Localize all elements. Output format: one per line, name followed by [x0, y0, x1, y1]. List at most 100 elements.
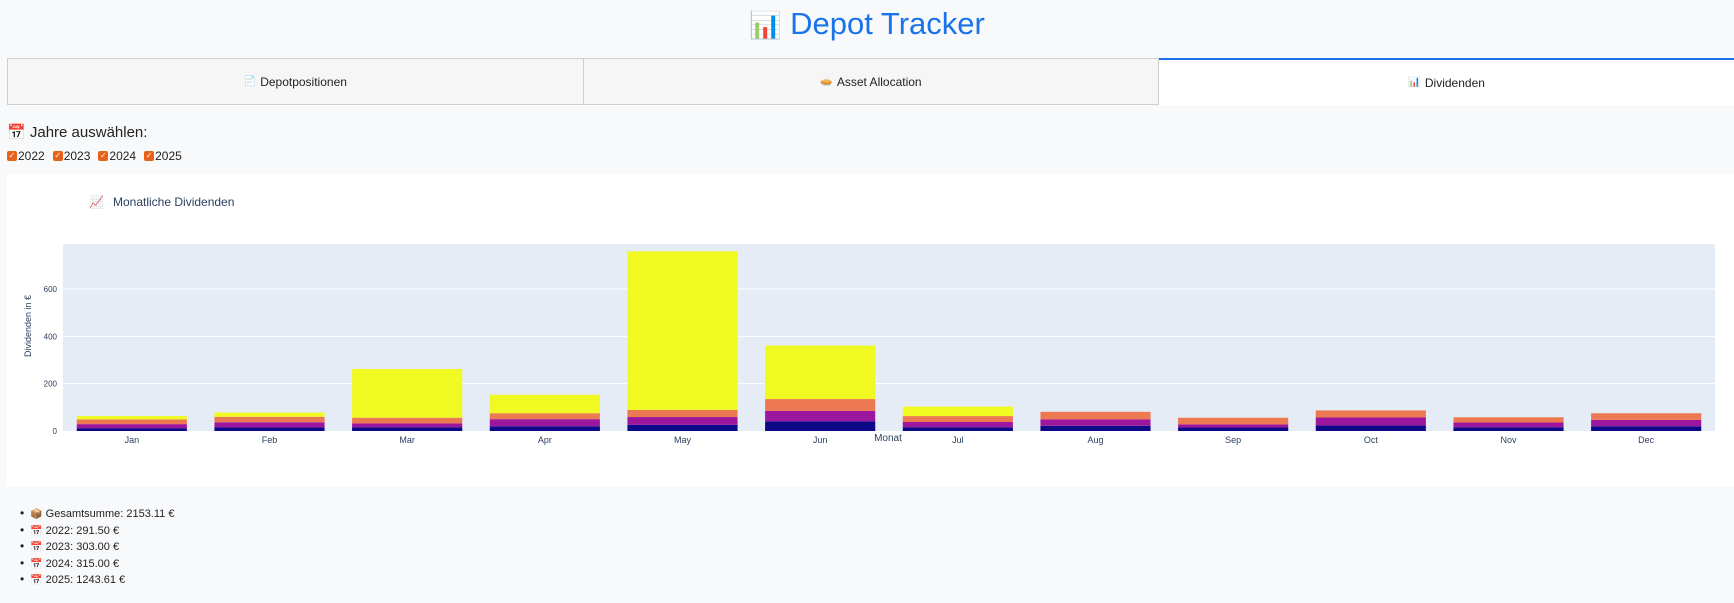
chart-title-icon: 📈	[89, 195, 104, 209]
checkbox-checked-icon[interactable]: ✓	[7, 151, 17, 161]
bar-segment-jul-0[interactable]	[902, 427, 1013, 431]
bar-segment-may-2[interactable]	[627, 409, 738, 418]
bar-segment-apr-1[interactable]	[489, 419, 600, 427]
bar-segment-dec-2[interactable]	[1591, 413, 1702, 420]
x-tick-label: Dec	[1638, 435, 1655, 445]
tab-bar: 📄 Depotpositionen 🥧 Asset Allocation 📊 D…	[7, 58, 1734, 105]
calendar-icon: 📅	[7, 124, 26, 141]
bar-segment-mar-1[interactable]	[352, 423, 463, 428]
checkbox-checked-icon[interactable]: ✓	[144, 151, 155, 161]
bar-segment-jul-3[interactable]	[902, 406, 1013, 417]
year-checkbox-2022[interactable]: ✓ 2022	[7, 149, 45, 163]
tab-label: Depotpositionen	[260, 74, 347, 89]
summary-text: Gesamtsumme: 2153.11 €	[45, 508, 175, 520]
tab-asset-allocation[interactable]: 🥧 Asset Allocation	[583, 58, 1160, 105]
summary-year-2022: 📅2022: 291.50 €	[20, 522, 174, 539]
bar-segment-dec-1[interactable]	[1591, 419, 1702, 427]
year-selector-heading: 📅 Jahre auswählen:	[7, 123, 1734, 141]
summary-text: 2024: 315.00 €	[45, 557, 120, 570]
bar-segment-mar-3[interactable]	[352, 368, 463, 418]
year-checkbox-2025[interactable]: ✓ 2025	[144, 149, 182, 163]
bar-segment-may-3[interactable]	[627, 251, 738, 410]
checkbox-label: 2023	[63, 149, 91, 163]
x-tick-label: May	[674, 435, 692, 445]
bar-segment-aug-0[interactable]	[1040, 425, 1151, 431]
year-checkbox-group: ✓ 2022 ✓ 2023 ✓ 2024 ✓ 2025	[7, 149, 1734, 163]
checkbox-label: 2025	[155, 149, 182, 163]
chart-title: Monatliche Dividenden	[113, 195, 234, 209]
bar-segment-jun-0[interactable]	[765, 421, 876, 431]
tab-dividenden[interactable]: 📊 Dividenden	[1159, 58, 1734, 105]
x-tick-label: Nov	[1500, 435, 1517, 445]
bar-segment-feb-1[interactable]	[214, 422, 325, 428]
x-tick-label: Aug	[1087, 435, 1103, 445]
x-tick-label: Sep	[1225, 435, 1241, 445]
calendar-icon: 📅	[30, 558, 43, 570]
bar-segment-jan-3[interactable]	[76, 416, 187, 420]
bar-segment-sep-2[interactable]	[1178, 417, 1289, 425]
bar-segment-sep-0[interactable]	[1178, 427, 1289, 431]
calendar-icon: 📅	[30, 542, 43, 553]
bar-segment-mar-2[interactable]	[352, 417, 463, 424]
bar-segment-sep-1[interactable]	[1178, 424, 1289, 428]
x-tick-label: Jul	[952, 435, 964, 445]
checkbox-label: 2022	[18, 149, 45, 163]
x-tick-label: Jun	[813, 435, 828, 445]
y-tick-label: 200	[44, 380, 58, 389]
year-checkbox-2023[interactable]: ✓ 2023	[52, 149, 91, 163]
bar-segment-oct-0[interactable]	[1315, 425, 1426, 431]
year-checkbox-2024[interactable]: ✓ 2024	[98, 149, 136, 163]
tab-depotpositionen[interactable]: 📄 Depotpositionen	[7, 58, 584, 105]
bar-segment-jan-2[interactable]	[76, 419, 187, 425]
bar-segment-jan-1[interactable]	[76, 424, 187, 429]
x-tick-label: Feb	[262, 435, 278, 445]
checkbox-checked-icon[interactable]: ✓	[52, 151, 63, 161]
bar-segment-may-0[interactable]	[627, 424, 738, 431]
bar-segment-aug-2[interactable]	[1040, 411, 1151, 420]
bar-chart-icon: 📊	[749, 10, 782, 40]
bar-segment-jun-1[interactable]	[765, 410, 876, 422]
bar-segment-apr-3[interactable]	[489, 394, 600, 414]
bar-segment-jun-2[interactable]	[765, 399, 876, 411]
summary-text: 2025: 1243.61 €	[45, 574, 126, 586]
x-axis-label: Monat	[874, 433, 902, 444]
bar-segment-oct-1[interactable]	[1315, 417, 1426, 426]
y-tick-label: 600	[44, 285, 58, 294]
x-tick-label: Oct	[1364, 435, 1379, 445]
bar-segment-apr-0[interactable]	[489, 426, 600, 431]
summary-text: 2023: 303.00 €	[45, 541, 120, 553]
checkbox-checked-icon[interactable]: ✓	[98, 151, 109, 161]
bar-segment-jan-0[interactable]	[76, 428, 187, 431]
package-icon: 📦	[30, 509, 43, 520]
bar-segment-mar-0[interactable]	[352, 427, 463, 431]
year-selector-heading-text: Jahre auswählen:	[29, 124, 148, 141]
summary-text: 2022: 291.50 €	[45, 524, 120, 537]
bar-segment-jun-3[interactable]	[765, 345, 876, 400]
dividend-chart-card: 📈 Monatliche Dividenden 0 200 400 600 Jan Fe…	[7, 174, 1734, 487]
plot-area	[63, 244, 1715, 431]
bar-segment-feb-0[interactable]	[214, 427, 325, 431]
pie-icon: 🥧	[820, 76, 833, 87]
document-icon: 📄	[243, 76, 257, 87]
app-title: 📊 Depot Tracker	[0, 0, 1734, 46]
bar-segment-feb-3[interactable]	[214, 412, 325, 417]
bar-segment-may-1[interactable]	[627, 417, 738, 425]
app-title-text: Depot Tracker	[790, 6, 985, 41]
y-tick-label: 400	[44, 332, 58, 341]
bar-segment-aug-1[interactable]	[1040, 419, 1151, 426]
dividend-summary-list: 📦Gesamtsumme: 2153.11 € 📅2022: 291.50 € …	[20, 505, 174, 588]
summary-year-2023: 📅2023: 303.00 €	[20, 538, 174, 555]
bar-segment-nov-0[interactable]	[1453, 427, 1564, 431]
bar-segment-jul-1[interactable]	[902, 422, 1013, 428]
checkbox-label: 2024	[109, 149, 137, 163]
bar-segment-apr-2[interactable]	[489, 413, 600, 420]
tab-label: Dividenden	[1424, 75, 1485, 90]
bar-segment-dec-0[interactable]	[1591, 426, 1702, 431]
bar-segment-oct-2[interactable]	[1315, 410, 1426, 418]
bar-segment-nov-2[interactable]	[1453, 417, 1564, 423]
x-tick-label: Mar	[399, 435, 415, 445]
tab-label: Asset Allocation	[836, 74, 922, 89]
bar-segment-nov-1[interactable]	[1453, 422, 1564, 428]
bar-segment-feb-2[interactable]	[214, 416, 325, 423]
bar-segment-jul-2[interactable]	[902, 416, 1013, 423]
